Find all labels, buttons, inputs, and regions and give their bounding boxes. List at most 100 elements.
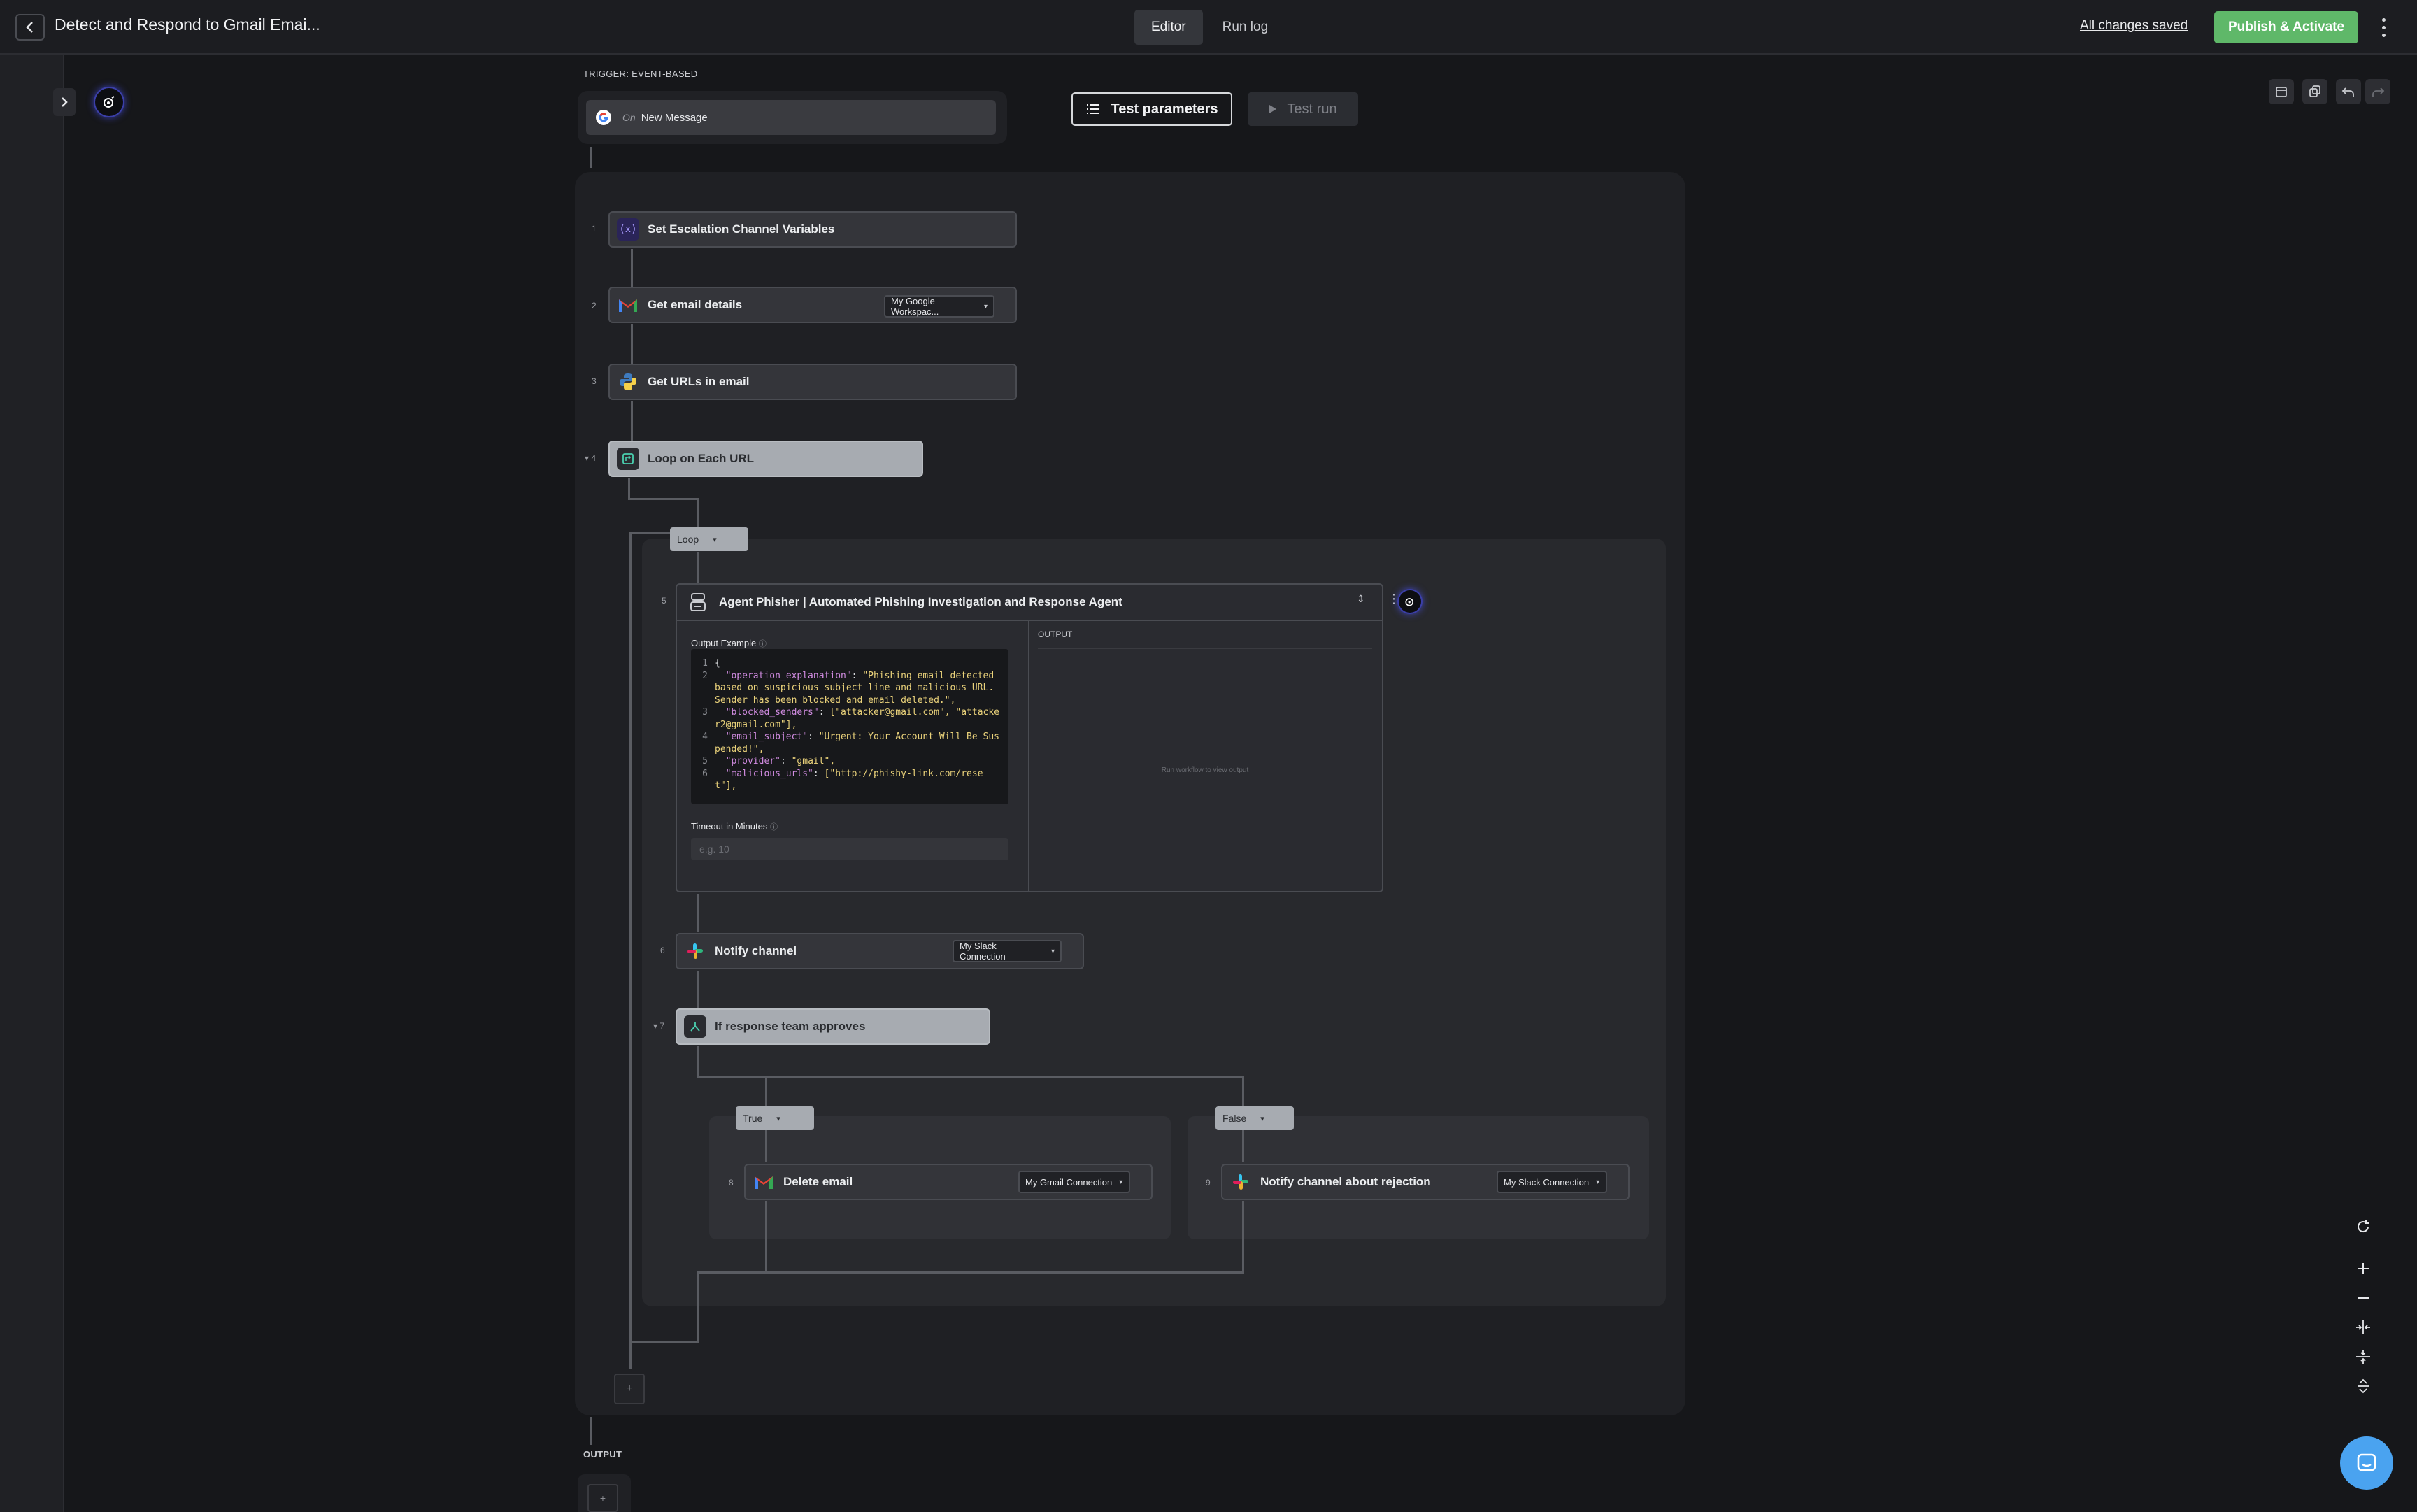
code-line: 3 "blocked_senders": ["attacker@gmail.co… — [702, 707, 1000, 730]
calendar-tool-icon[interactable] — [2269, 79, 2294, 104]
slack-icon — [1229, 1171, 1252, 1193]
agent-config-pane: Output Example ⓘ 1{ 2 "operation_explana… — [677, 621, 1029, 891]
add-output-button[interactable]: + — [587, 1484, 618, 1512]
step-loop-each-url[interactable]: Loop on Each URL — [608, 441, 923, 477]
output-caption: OUTPUT — [583, 1449, 622, 1460]
connection-select[interactable]: My Gmail Connection ▾ — [1018, 1171, 1130, 1193]
connector — [697, 971, 699, 1008]
trigger-node[interactable]: On New Message — [586, 100, 996, 135]
connector — [765, 1271, 1244, 1274]
connector — [628, 478, 630, 499]
step-name: Agent Phisher | Automated Phishing Inves… — [719, 595, 1122, 608]
more-options-icon[interactable] — [2375, 14, 2392, 41]
trigger-prefix: On — [622, 112, 636, 123]
chevron-left-icon — [26, 22, 33, 33]
step-name: Notify channel — [715, 944, 797, 957]
chat-icon — [2357, 1453, 2376, 1471]
connection-label: My Slack Connection — [1504, 1176, 1590, 1188]
step-get-urls[interactable]: Get URLs in email — [608, 364, 1017, 400]
loop-icon — [617, 448, 639, 470]
gmail-icon — [753, 1171, 775, 1193]
connection-label: My Gmail Connection — [1025, 1176, 1113, 1188]
step-name: Delete email — [783, 1175, 853, 1188]
connector — [697, 894, 699, 932]
test-parameters-label: Test parameters — [1111, 101, 1218, 117]
trigger-caption: TRIGGER: EVENT-BASED — [583, 69, 698, 79]
step-number: 1 — [592, 224, 597, 234]
info-icon: ⓘ — [769, 823, 778, 832]
reset-view-icon[interactable] — [2348, 1214, 2378, 1239]
connector — [697, 552, 699, 583]
false-branch-tag[interactable]: False ▾ — [1215, 1106, 1294, 1130]
step-name: Get URLs in email — [648, 375, 750, 388]
connector — [631, 324, 633, 364]
redo-icon[interactable] — [2365, 79, 2390, 104]
connector — [697, 1308, 699, 1343]
gmail-icon — [617, 294, 639, 316]
connection-label: My Google Workspac... — [891, 296, 939, 317]
connection-select[interactable]: My Slack Connection ▾ — [1497, 1171, 1607, 1193]
publish-activate-button[interactable]: Publish & Activate — [2214, 11, 2358, 43]
collapse-expand-icon[interactable]: ⇕ — [1357, 593, 1365, 605]
back-button[interactable] — [15, 14, 45, 41]
connection-select[interactable]: My Google Workspac... ▾ — [884, 295, 994, 318]
expand-vertical-icon[interactable] — [2348, 1374, 2378, 1399]
save-status[interactable]: All changes saved — [2080, 18, 2188, 34]
test-run-button[interactable]: Test run — [1248, 92, 1358, 126]
tab-editor[interactable]: Editor — [1134, 10, 1203, 45]
google-logo-icon — [596, 110, 611, 125]
loop-return-line — [629, 532, 632, 1344]
workflow-title[interactable]: Detect and Respond to Gmail Emai... — [55, 15, 320, 34]
chevron-down-icon: ▾ — [1050, 947, 1055, 955]
chevron-down-icon: ▾ — [713, 535, 717, 544]
ai-assistant-icon[interactable] — [95, 88, 123, 116]
variables-icon: (x) — [617, 218, 639, 241]
chevron-down-icon: ▾ — [1260, 1114, 1264, 1123]
connector — [629, 1341, 632, 1369]
connector — [631, 401, 633, 441]
step-name: Loop on Each URL — [648, 452, 755, 465]
step-number: 2 — [592, 301, 597, 311]
step-if-approves[interactable]: If response team approves — [676, 1008, 990, 1045]
collapse-step-icon[interactable]: ▾ 4 — [585, 453, 596, 463]
undo-icon[interactable] — [2336, 79, 2361, 104]
connector — [697, 1046, 699, 1078]
add-step-button[interactable]: + — [614, 1374, 645, 1404]
step-set-escalation-variables[interactable]: (x) Set Escalation Channel Variables — [608, 211, 1017, 248]
step-number: 6 — [660, 946, 665, 955]
zoom-in-icon[interactable] — [2348, 1256, 2378, 1281]
connector — [697, 1271, 767, 1274]
output-example-editor[interactable]: 1{ 2 "operation_explanation": "Phishing … — [691, 649, 1008, 804]
python-icon — [617, 371, 639, 393]
loop-tag-dropdown[interactable]: Loop ▾ — [670, 527, 748, 551]
collapse-step-icon[interactable]: ▾ 7 — [653, 1021, 664, 1031]
chat-support-button[interactable] — [2340, 1436, 2393, 1490]
connector — [1242, 1130, 1244, 1162]
top-bar: Detect and Respond to Gmail Emai... Edit… — [0, 0, 2417, 55]
connection-label: My Slack Connection — [960, 941, 1006, 962]
step-name: If response team approves — [715, 1020, 866, 1033]
timeout-input[interactable]: e.g. 10 — [691, 838, 1008, 860]
tab-run-log[interactable]: Run log — [1206, 10, 1285, 45]
slack-icon — [684, 940, 706, 962]
fit-width-icon[interactable] — [2348, 1315, 2378, 1340]
zoom-out-icon[interactable] — [2348, 1285, 2378, 1311]
output-container: + — [578, 1474, 631, 1512]
true-branch-tag[interactable]: True ▾ — [736, 1106, 814, 1130]
copy-tool-icon[interactable] — [2302, 79, 2327, 104]
list-icon — [1087, 104, 1100, 114]
step-name: Notify channel about rejection — [1260, 1175, 1431, 1188]
code-line: 4 "email_subject": "Urgent: Your Account… — [702, 732, 999, 755]
test-parameters-button[interactable]: Test parameters — [1071, 92, 1232, 126]
agent-header[interactable]: Agent Phisher | Automated Phishing Inves… — [677, 585, 1382, 621]
branch-label: False — [1222, 1113, 1247, 1124]
connection-select[interactable]: My Slack Connection ▾ — [953, 940, 1062, 962]
ai-assistant-icon[interactable] — [1399, 590, 1421, 613]
output-pane-header: OUTPUT — [1038, 629, 1372, 649]
step-number: 5 — [662, 596, 666, 606]
connector — [629, 532, 670, 534]
loop-tag-label: Loop — [677, 534, 699, 545]
chevron-down-icon: ▾ — [1596, 1178, 1600, 1186]
fit-height-icon[interactable] — [2348, 1344, 2378, 1369]
expand-panel-button[interactable] — [53, 88, 76, 116]
